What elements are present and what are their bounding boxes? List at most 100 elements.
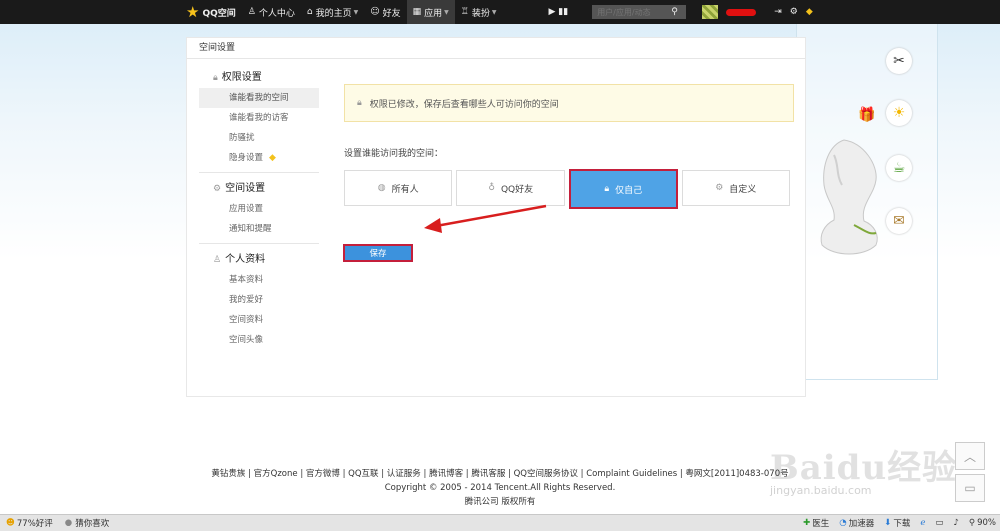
sidebar-item-hobbies[interactable]: 我的爱好 bbox=[199, 290, 319, 310]
redacted-username bbox=[726, 8, 757, 16]
status-right-tools: ✚ 医生 ◔ 加速器 ⬇ 下载 ℯ ▭ ♪ ⚲ 90% bbox=[793, 517, 1000, 529]
sidebar-item-space-avatar[interactable]: 空间头像 bbox=[199, 330, 319, 350]
option-everyone[interactable]: ◍ 所有人 bbox=[344, 170, 453, 206]
browser-icon: ℯ bbox=[920, 518, 926, 528]
top-navigation-bar: ★ QQ空间 ♙ 个人中心 ⌂ 我的主页 ▼ ☺ 好友 ▦ 应用 ▼ ♖ 装扮 … bbox=[0, 0, 1000, 24]
status-tool-ie[interactable]: ℯ bbox=[920, 518, 925, 528]
settings-content: 🔒︎ 权限已修改，保存后查看哪些人可访问你的空间 设置谁能访问我的空间： ◍ 所… bbox=[344, 84, 794, 209]
scissors-decoration-icon[interactable]: ✂ bbox=[886, 48, 912, 74]
play-icon: ▶ ▮▮ bbox=[548, 7, 569, 17]
avatar[interactable] bbox=[702, 5, 719, 19]
gift-decoration-icon[interactable]: 🎁 bbox=[854, 102, 880, 128]
sidebar-group-title: ⚙ 空间设置 bbox=[199, 179, 319, 199]
sidebar-item-basic-info[interactable]: 基本资料 bbox=[199, 270, 319, 290]
footer-copyright: Copyright © 2005 - 2014 Tencent.All Righ… bbox=[384, 483, 616, 493]
zoom-icon: ⚲ bbox=[968, 518, 976, 528]
feedback-button[interactable]: ▭ bbox=[955, 474, 985, 502]
speed-icon: ◔ bbox=[839, 518, 847, 528]
search-box: ⚲ bbox=[592, 5, 687, 19]
status-tool-zoom[interactable]: ⚲ 90% bbox=[969, 518, 996, 528]
person-card-icon: ♙ bbox=[213, 255, 222, 265]
sidebar-group-permission: 🔒︎ 权限设置 谁能看我的空间 谁能看我的访客 防骚扰 隐身设置 ◆ bbox=[199, 68, 319, 173]
access-label: 设置谁能访问我的空间： bbox=[344, 149, 444, 159]
home-icon: ⌂ bbox=[306, 7, 313, 17]
logout-button[interactable]: ⇥ bbox=[770, 0, 786, 24]
teapot-decoration-icon[interactable]: ☕ bbox=[886, 155, 912, 181]
search-icon[interactable]: ⚲ bbox=[671, 7, 678, 17]
footer-links[interactable]: 黄钻贵族 | 官方Qzone | 官方微博 | QQ互联 | 认证服务 | 腾讯… bbox=[0, 467, 1000, 481]
group-title-label: 个人资料 bbox=[225, 254, 266, 265]
window-icon: ▭ bbox=[964, 481, 976, 495]
guess-label: 猜你喜欢 bbox=[75, 519, 110, 529]
nav-decorate[interactable]: ♖ 装扮 ▼ bbox=[455, 0, 503, 24]
sidebar-item-invisible[interactable]: 隐身设置 ◆ bbox=[199, 148, 319, 168]
status-tool-download[interactable]: ⬇ 下载 bbox=[884, 517, 910, 529]
shirt-icon: ♖ bbox=[460, 7, 469, 17]
bag-decoration-icon[interactable]: ✉ bbox=[886, 208, 912, 234]
vip-diamond-button[interactable]: ◆ bbox=[802, 0, 817, 24]
gear-icon: ⚙ bbox=[789, 7, 798, 17]
sidebar-item-who-can-view[interactable]: 谁能看我的空间 bbox=[199, 88, 319, 108]
scroll-top-button[interactable]: ︿ bbox=[955, 442, 985, 470]
sun-decoration-icon[interactable]: ☀ bbox=[886, 100, 912, 126]
nav-label: 个人中心 bbox=[258, 8, 295, 19]
group-title-label: 权限设置 bbox=[221, 72, 262, 83]
nav-apps[interactable]: ▦ 应用 ▼ bbox=[406, 0, 455, 24]
nav-personal-center[interactable]: ♙ 个人中心 bbox=[242, 0, 301, 24]
music-play-button[interactable]: ▶ ▮▮ bbox=[543, 0, 575, 24]
smile-icon: ☻ bbox=[6, 518, 15, 528]
option-only-me[interactable]: 🔒︎ 仅自己 bbox=[568, 169, 678, 209]
star-icon: ★ bbox=[186, 3, 200, 21]
sidebar-item-space-info[interactable]: 空间资料 bbox=[199, 310, 319, 330]
sidebar-group-title: ♙ 个人资料 bbox=[199, 250, 319, 270]
horse-statue-decoration bbox=[820, 139, 878, 255]
sidebar-group-title: 🔒︎ 权限设置 bbox=[199, 68, 319, 88]
rating-item[interactable]: ☻ 77%好评 bbox=[6, 517, 53, 529]
gear-icon: ⚙ bbox=[213, 184, 222, 194]
status-tool-volume[interactable]: ♪ bbox=[953, 518, 958, 528]
gear-icon: ⚙ bbox=[715, 183, 724, 193]
person-icon: ♙ bbox=[247, 7, 256, 17]
friends-icon: ☺ bbox=[370, 7, 380, 17]
notice-text: 权限已修改，保存后查看哪些人可访问你的空间 bbox=[369, 99, 559, 110]
sidebar-item-who-can-see-visitors[interactable]: 谁能看我的访客 bbox=[199, 108, 319, 128]
sidebar-group-space: ⚙ 空间设置 应用设置 通知和提醒 bbox=[199, 179, 319, 244]
option-label: 仅自己 bbox=[615, 185, 643, 196]
settings-button[interactable]: ⚙ bbox=[786, 0, 802, 24]
sidebar-item-anti-harassment[interactable]: 防骚扰 bbox=[199, 128, 319, 148]
window-icon: ▭ bbox=[935, 518, 944, 528]
space-settings-panel: 空间设置 🔒︎ 权限设置 谁能看我的空间 谁能看我的访客 防骚扰 隐身设置 ◆ ⚙… bbox=[186, 37, 806, 397]
nav-label: 我的主页 bbox=[315, 8, 352, 19]
status-tool-accelerator[interactable]: ◔ 加速器 bbox=[839, 517, 874, 529]
group-title-label: 空间设置 bbox=[225, 183, 266, 194]
page-footer: 黄钻贵族 | 官方Qzone | 官方微博 | QQ互联 | 认证服务 | 腾讯… bbox=[0, 467, 1000, 509]
chevron-down-icon: ▼ bbox=[491, 8, 497, 16]
notice-banner: 🔒︎ 权限已修改，保存后查看哪些人可访问你的空间 bbox=[344, 84, 794, 122]
option-qq-friends[interactable]: ♁ QQ好友 bbox=[456, 170, 565, 206]
chevron-down-icon: ▼ bbox=[444, 8, 449, 16]
scroll-controls: ︿ ▭ bbox=[955, 442, 985, 506]
tool-label: 医生 bbox=[812, 519, 830, 529]
guess-item[interactable]: ● 猜你喜欢 bbox=[65, 517, 109, 529]
sidebar-item-app-settings[interactable]: 应用设置 bbox=[199, 199, 319, 219]
nav-label: 应用 bbox=[424, 8, 443, 19]
sidebar-item-notifications[interactable]: 通知和提醒 bbox=[199, 219, 319, 239]
tool-label: 下载 bbox=[893, 519, 911, 529]
status-tool-doctor[interactable]: ✚ 医生 bbox=[803, 517, 829, 529]
search-input[interactable] bbox=[595, 6, 672, 18]
chevron-down-icon: ▼ bbox=[353, 8, 359, 16]
chevron-up-icon: ︿ bbox=[963, 449, 976, 464]
logout-icon: ⇥ bbox=[774, 7, 782, 17]
sidebar-item-label: 隐身设置 bbox=[229, 153, 264, 163]
nav-friends[interactable]: ☺ 好友 bbox=[364, 0, 406, 24]
nav-my-homepage[interactable]: ⌂ 我的主页 ▼ bbox=[301, 0, 364, 24]
save-button[interactable]: 保存 bbox=[343, 244, 413, 262]
status-tool-window[interactable]: ▭ bbox=[935, 518, 943, 528]
option-custom[interactable]: ⚙ 自定义 bbox=[681, 170, 790, 206]
sidebar-group-profile: ♙ 个人资料 基本资料 我的爱好 空间资料 空间头像 bbox=[199, 250, 319, 354]
nav-label: 装扮 bbox=[471, 8, 490, 19]
grid-icon: ▦ bbox=[412, 7, 422, 17]
qzone-logo[interactable]: ★ QQ空间 bbox=[0, 0, 242, 24]
access-options: ◍ 所有人 ♁ QQ好友 🔒︎ 仅自己 ⚙ 自定义 bbox=[344, 169, 794, 209]
plus-icon: ✚ bbox=[803, 518, 811, 528]
